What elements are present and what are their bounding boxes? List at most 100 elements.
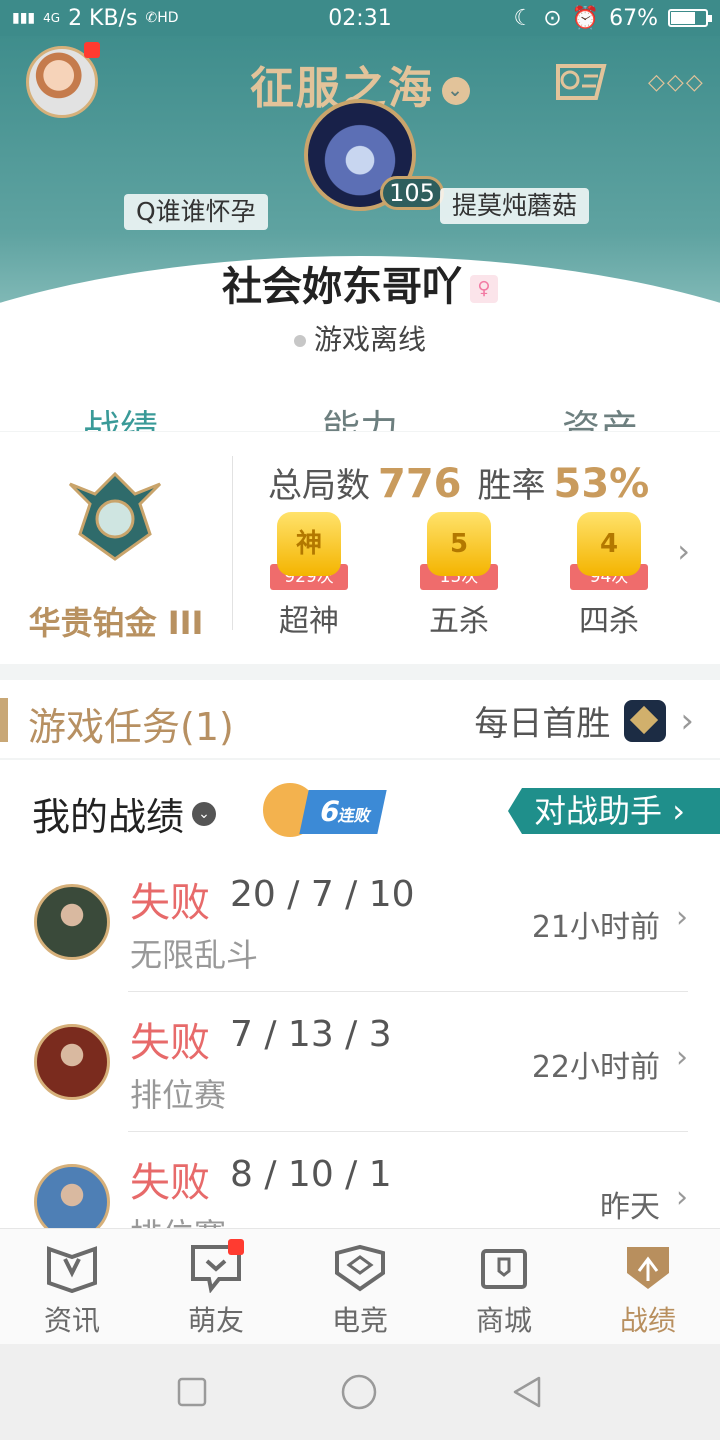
match-mode: 排位赛 — [130, 1210, 226, 1228]
signal-icon: ▮▮▮ — [12, 10, 36, 26]
match-time: 22小时前 — [531, 1050, 660, 1085]
match-result: 失败 — [130, 1160, 210, 1206]
network-type: 4G — [43, 11, 61, 25]
profile-tabs: 战绩 能力 资产 — [0, 392, 720, 431]
platinum-tier-icon — [68, 471, 162, 561]
match-kda: 20 / 7 / 10 — [230, 874, 415, 915]
message-icon[interactable] — [552, 58, 612, 106]
news-icon — [47, 1246, 97, 1293]
section-accent-bar — [0, 698, 8, 742]
match-mode: 无限乱斗 — [130, 936, 259, 974]
streak-text: 连败 — [336, 806, 373, 825]
nav-esports[interactable]: 电竞 — [288, 1229, 432, 1344]
nav-label: 萌友 — [187, 1304, 244, 1337]
esports-icon — [335, 1244, 385, 1292]
match-kda: 8 / 10 / 1 — [230, 1154, 392, 1195]
nav-label: 战绩 — [619, 1304, 676, 1337]
profile-header: 征服之海 ⌄ ◇◇◇ 105 Q谁谁怀孕 提莫炖蘑菇 社会妳东哥吖 ♀ 游戏离线 战… — [0, 36, 720, 431]
match-row[interactable]: 失败 20 / 7 / 10 无限乱斗 21小时前 › — [0, 852, 720, 992]
medal-quadrakill: 4 94次 四杀 — [554, 512, 664, 640]
nav-store[interactable]: 商城 — [432, 1229, 576, 1344]
stats-summary: 总局数 776 胜率 53% — [268, 458, 665, 507]
medal-name: 五杀 — [429, 604, 489, 639]
online-status: 游戏离线 — [0, 318, 720, 358]
rank-summary-card[interactable]: 华贵铂金 III 总局数 776 胜率 53% 神 929次 超神 5 15次 五杀 … — [0, 432, 720, 664]
match-records: 我的战绩 ⌄ 6连败 对战助手 › 失败 20 / 7 / 10 无限乱斗 21… — [0, 760, 720, 1228]
status-text: 游戏离线 — [313, 323, 426, 356]
battle-assistant-button[interactable]: 对战助手 › — [508, 788, 720, 834]
pentakill-medal-icon: 5 — [427, 512, 491, 576]
match-time: 21小时前 — [531, 910, 660, 945]
quadrakill-medal-icon: 4 — [577, 512, 641, 576]
match-result: 失败 — [130, 1020, 210, 1066]
losing-streak-badge: 6连败 — [260, 780, 387, 840]
medal-pentakill: 5 15次 五杀 — [404, 512, 514, 640]
bottom-navigation: 资讯 萌友 电竞 商城 战绩 — [0, 1228, 720, 1344]
game-tasks-row[interactable]: 游戏任务(1) 每日首胜 › — [0, 680, 720, 758]
alarm-icon: ⏰ — [571, 5, 600, 31]
streak-tag: 6连败 — [299, 790, 387, 834]
nav-label: 商城 — [475, 1304, 532, 1337]
battery-fill — [671, 12, 696, 24]
match-mode: 排位赛 — [130, 1076, 227, 1114]
hero-avatar — [34, 884, 110, 960]
hero-avatar — [34, 1164, 110, 1228]
friend-tag-left[interactable]: Q谁谁怀孕 — [124, 194, 268, 230]
female-icon: ♀ — [470, 275, 498, 303]
match-row[interactable]: 失败 8 / 10 / 1 排位赛 昨天 › — [0, 1132, 720, 1228]
hero-avatar — [34, 1024, 110, 1100]
winrate-label: 胜率 — [477, 466, 546, 506]
more-options-icon[interactable]: ◇◇◇ — [648, 70, 705, 95]
chevron-right-icon[interactable]: › — [677, 532, 690, 570]
nickname-text: 社会妳东哥吖 — [222, 264, 462, 310]
status-bar: ▮▮▮ 4G 2 KB/s ✆HD 02:31 ☾ ⊙ ⏰ 67% — [0, 0, 720, 36]
recent-apps-icon[interactable] — [177, 1377, 207, 1407]
tab-ability[interactable]: 能力 — [240, 392, 480, 431]
daily-first-win-label: 每日首胜 — [474, 704, 611, 744]
battery-icon — [668, 9, 712, 27]
medal-name: 四杀 — [579, 604, 639, 639]
hd-call-icon: ✆HD — [145, 10, 179, 26]
tasks-title: 游戏任务(1) — [28, 705, 234, 749]
home-icon[interactable] — [340, 1373, 378, 1411]
nav-friends[interactable]: 萌友 — [144, 1229, 288, 1344]
legendary-medal-icon: 神 — [277, 512, 341, 576]
nav-records[interactable]: 战绩 — [576, 1229, 720, 1344]
tab-assets[interactable]: 资产 — [480, 392, 720, 431]
records-shield-icon — [627, 1247, 669, 1289]
medal-legendary: 神 929次 超神 — [254, 512, 364, 640]
chevron-right-icon: › — [676, 1040, 688, 1075]
status-dot-icon — [293, 335, 306, 347]
friend-tag-right[interactable]: 提莫炖蘑菇 — [440, 188, 590, 224]
total-games-label: 总局数 — [268, 466, 370, 506]
chevron-down-icon: ⌄ — [442, 77, 470, 105]
back-icon[interactable] — [511, 1375, 543, 1409]
moon-icon: ☾ — [513, 5, 534, 31]
tab-record[interactable]: 战绩 — [0, 392, 240, 431]
match-kda: 7 / 13 / 3 — [230, 1014, 392, 1055]
notification-dot — [228, 1239, 244, 1255]
chevron-right-icon: › — [680, 700, 694, 741]
assistant-label: 对战助手 — [534, 792, 663, 830]
my-records-header[interactable]: 我的战绩 ⌄ — [32, 786, 217, 841]
daily-task-icon — [624, 699, 667, 742]
match-result: 失败 — [130, 880, 210, 926]
nav-label: 资讯 — [43, 1304, 100, 1337]
network-speed: 2 KB/s — [68, 5, 138, 31]
store-chest-icon — [481, 1249, 527, 1289]
chevron-down-icon: ⌄ — [192, 801, 217, 826]
chevron-right-icon: › — [676, 1180, 688, 1215]
rotation-lock-icon: ⊙ — [543, 5, 562, 31]
divider — [232, 456, 233, 630]
daily-first-win[interactable]: 每日首胜 › — [474, 696, 694, 745]
total-games-value: 776 — [378, 461, 462, 507]
chevron-right-icon: › — [676, 900, 688, 935]
system-navigation — [0, 1344, 720, 1440]
winrate-value: 53% — [553, 461, 650, 507]
my-records-title: 我的战绩 — [32, 795, 185, 839]
level-badge: 105 — [380, 176, 444, 210]
battery-percent: 67% — [609, 5, 658, 31]
medal-name: 超神 — [279, 604, 339, 639]
nav-news[interactable]: 资讯 — [0, 1229, 144, 1344]
match-row[interactable]: 失败 7 / 13 / 3 排位赛 22小时前 › — [0, 992, 720, 1132]
